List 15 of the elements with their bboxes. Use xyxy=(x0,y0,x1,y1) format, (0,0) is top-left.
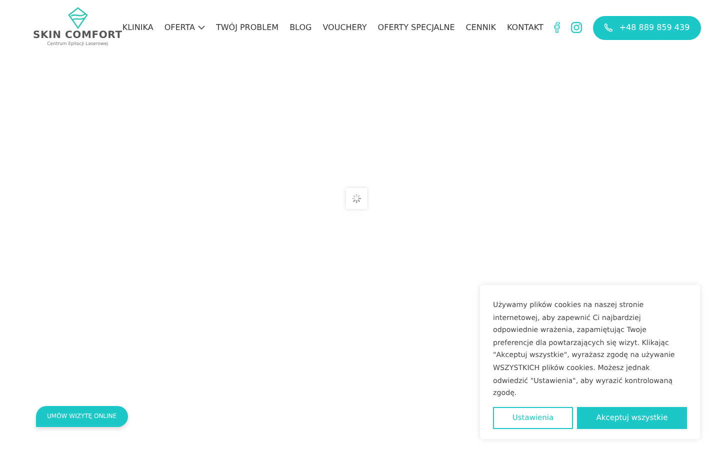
nav-link[interactable]: TWÓJ PROBLEM xyxy=(216,22,279,34)
logo-text: SKIN COMFORT xyxy=(33,31,122,42)
phone-icon xyxy=(604,23,614,32)
nav-link[interactable]: OFERTY SPECJALNE xyxy=(378,22,455,34)
nav-link[interactable]: KLINIKA xyxy=(122,22,154,34)
logo-icon xyxy=(66,7,89,30)
loading-spinner xyxy=(346,188,367,209)
instagram-icon[interactable] xyxy=(571,22,582,33)
nav-link[interactable]: CENNIK xyxy=(466,22,496,34)
nav-link[interactable]: BLOG xyxy=(290,22,312,34)
nav-link[interactable]: OFERTA xyxy=(164,22,205,34)
nav-link[interactable]: KONTAKT xyxy=(507,22,544,34)
nav-link[interactable]: VOUCHERY xyxy=(322,22,367,34)
facebook-icon[interactable] xyxy=(554,22,560,33)
caret-icon xyxy=(198,25,205,30)
